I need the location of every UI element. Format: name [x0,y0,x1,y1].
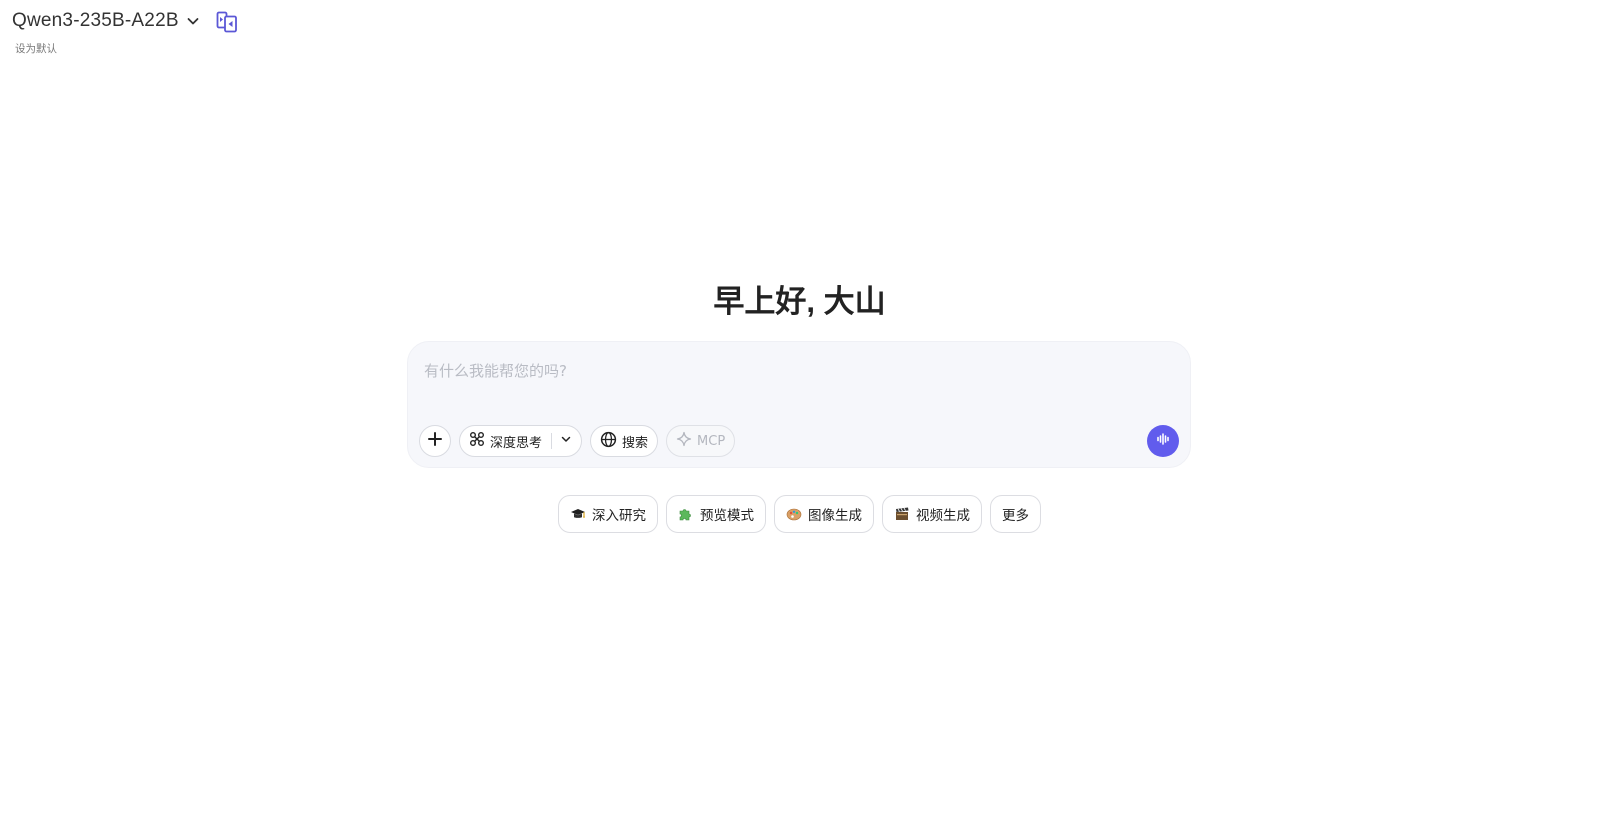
quick-action-label: 图像生成 [808,508,862,524]
composer-tools: 深度思考 搜索 MCP [419,425,736,457]
deep-think-icon [469,431,485,451]
quick-action-label: 预览模式 [700,508,754,524]
model-name: Qwen3-235B-A22B [12,10,179,31]
quick-action-video-generation[interactable]: 视频生成 [882,495,982,533]
plus-icon [427,431,443,451]
deep-think-label: 深度思考 [490,435,543,451]
attach-button[interactable] [419,425,451,457]
chat-composer: 深度思考 搜索 [407,341,1191,468]
search-label: 搜索 [622,435,649,451]
quick-action-deep-research[interactable]: 深入研究 [558,495,658,533]
pill-divider [551,433,553,449]
model-selector[interactable]: Qwen3-235B-A22B [12,10,201,32]
set-default-link[interactable]: 设为默认 [15,41,57,56]
globe-icon [600,431,617,452]
greeting-title: 早上好, 大山 [713,284,886,319]
quick-actions: 深入研究 预览模式 图像生成 视频生成 更多 [558,495,1041,533]
sparkle-icon [676,431,692,451]
quick-action-more[interactable]: 更多 [990,495,1041,533]
quick-action-preview-mode[interactable]: 预览模式 [666,495,766,533]
puzzle-icon [678,506,694,522]
page: Qwen3-235B-A22B 设为默认 早上好, 大山 有什么我能帮您的吗? … [0,0,1599,836]
compare-icon [215,10,239,38]
quick-action-label: 视频生成 [916,508,970,524]
quick-action-label: 深入研究 [592,508,646,524]
chat-input[interactable] [422,356,1126,386]
film-icon [894,506,910,522]
voice-input-button[interactable] [1147,425,1179,457]
deep-think-toggle[interactable]: 深度思考 [459,425,583,457]
graduation-cap-icon [570,506,586,522]
quick-action-label: 更多 [1002,508,1029,524]
mcp-toggle[interactable]: MCP [666,425,736,457]
quick-action-image-generation[interactable]: 图像生成 [774,495,874,533]
compare-models-button[interactable] [214,11,240,37]
palette-icon [786,506,802,522]
voice-wave-icon [1155,431,1171,451]
deep-think-dropdown-icon[interactable] [560,433,572,449]
mcp-label: MCP [697,433,726,449]
search-toggle[interactable]: 搜索 [590,425,659,457]
chevron-down-icon [185,13,201,29]
